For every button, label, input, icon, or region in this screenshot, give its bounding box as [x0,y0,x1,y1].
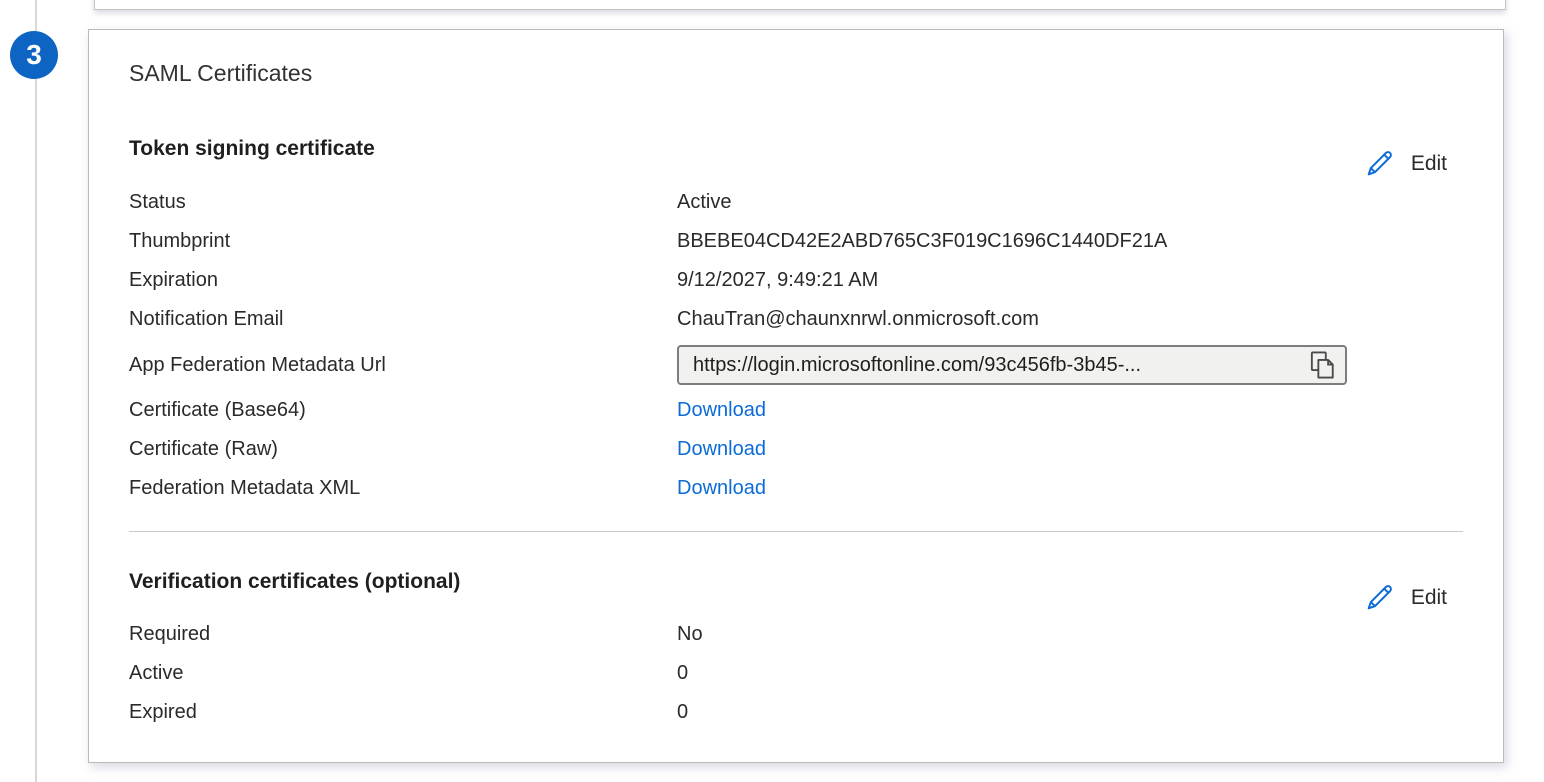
copy-to-clipboard-button[interactable] [1310,350,1336,380]
certificate-raw-label: Certificate (Raw) [129,430,677,469]
certificate-base64-row: Certificate (Base64) Download [129,391,1463,430]
step-badge: 3 [10,31,58,79]
app-federation-metadata-url-row: App Federation Metadata Url https://logi… [129,339,1463,391]
metadata-url-value: https://login.microsoftonline.com/93c456… [693,354,1302,377]
token-certificate-details: Status Active Thumbprint BBEBE04CD42E2AB… [129,183,1463,339]
expiration-value: 9/12/2027, 9:49:21 AM [677,261,1463,300]
metadata-url-field[interactable]: https://login.microsoftonline.com/93c456… [677,345,1347,385]
required-row: Required No [129,615,1463,654]
notification-email-value: ChauTran@chaunxnrwl.onmicrosoft.com [677,300,1463,339]
download-certificate-base64-link[interactable]: Download [677,391,766,430]
federation-metadata-xml-row: Federation Metadata XML Download [129,469,1463,508]
certificate-base64-label: Certificate (Base64) [129,391,677,430]
certificate-download-list: Certificate (Base64) Download Certificat… [129,391,1463,508]
expiration-row: Expiration 9/12/2027, 9:49:21 AM [129,261,1463,300]
required-label: Required [129,615,677,654]
status-row: Status Active [129,183,1463,222]
status-label: Status [129,183,677,222]
status-value: Active [677,183,1463,222]
card-title: SAML Certificates [129,60,1463,86]
thumbprint-label: Thumbprint [129,222,677,261]
federation-metadata-xml-label: Federation Metadata XML [129,469,677,508]
expired-count-value: 0 [677,693,1463,732]
previous-card-bottom-edge [94,0,1506,10]
edit-token-certificate-button[interactable]: Edit [1363,147,1447,180]
expired-count-label: Expired [129,693,677,732]
active-count-value: 0 [677,654,1463,693]
download-federation-metadata-xml-link[interactable]: Download [677,469,766,508]
edit-verification-certificates-label: Edit [1411,586,1447,610]
download-certificate-raw-link[interactable]: Download [677,430,766,469]
step-connector-line [35,0,37,782]
verification-certificates-heading: Verification certificates (optional) [129,570,1463,594]
verification-certificate-details: Required No Active 0 Expired 0 [129,615,1463,732]
thumbprint-value: BBEBE04CD42E2ABD765C3F019C1696C1440DF21A [677,222,1463,261]
pencil-icon [1363,581,1396,614]
expiration-label: Expiration [129,261,677,300]
active-count-label: Active [129,654,677,693]
edit-verification-certificates-button[interactable]: Edit [1363,581,1447,614]
app-federation-metadata-url-label: App Federation Metadata Url [129,353,677,377]
edit-token-certificate-label: Edit [1411,152,1447,176]
pencil-icon [1363,147,1396,180]
saml-certificates-card: SAML Certificates Token signing certific… [88,29,1504,763]
token-signing-certificate-heading: Token signing certificate [129,137,1463,161]
active-count-row: Active 0 [129,654,1463,693]
notification-email-row: Notification Email ChauTran@chaunxnrwl.o… [129,300,1463,339]
step-number: 3 [26,39,42,71]
certificate-raw-row: Certificate (Raw) Download [129,430,1463,469]
section-divider [129,531,1463,532]
notification-email-label: Notification Email [129,300,677,339]
required-value: No [677,615,1463,654]
expired-count-row: Expired 0 [129,693,1463,732]
thumbprint-row: Thumbprint BBEBE04CD42E2ABD765C3F019C169… [129,222,1463,261]
copy-icon [1310,350,1336,380]
